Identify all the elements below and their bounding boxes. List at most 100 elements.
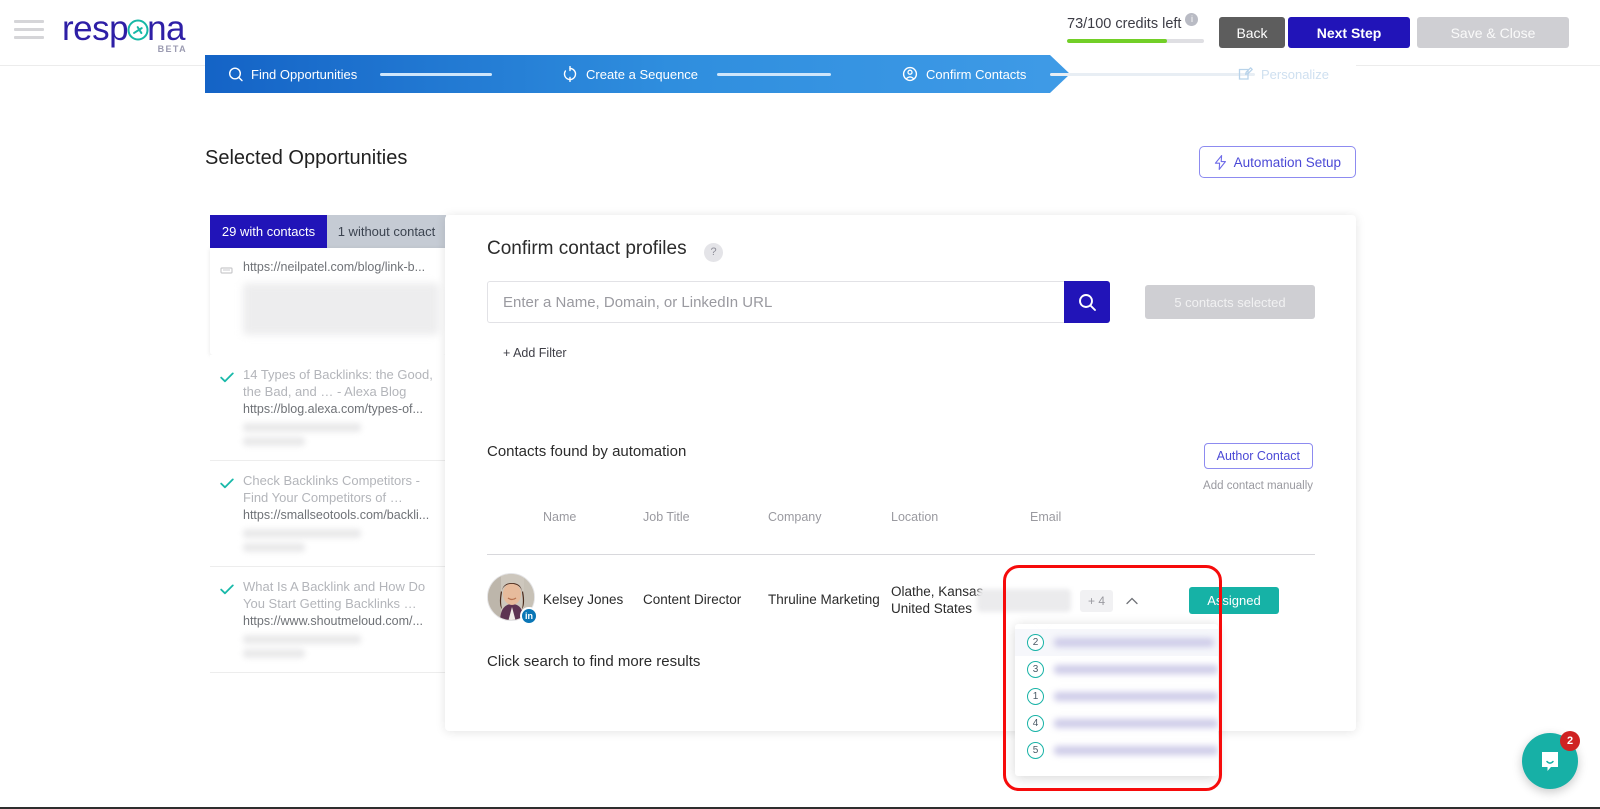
credits-meter: 73/100 credits left i bbox=[1067, 13, 1217, 43]
step-connector bbox=[1050, 72, 1255, 76]
option-value-masked bbox=[1054, 665, 1218, 674]
list-item[interactable]: 14 Types of Backlinks: the Good, the Bad… bbox=[210, 355, 446, 461]
add-filter-button[interactable]: + Add Filter bbox=[503, 346, 567, 360]
help-icon[interactable]: ? bbox=[704, 243, 723, 262]
credits-progress-bar bbox=[1067, 39, 1204, 43]
step-create-a-sequence[interactable]: Create a Sequence bbox=[562, 66, 698, 82]
option-rank: 3 bbox=[1027, 661, 1044, 678]
dropdown-option[interactable]: 2 bbox=[1015, 629, 1218, 656]
footer-note: Click search to find more results bbox=[487, 653, 701, 670]
unread-count-badge: 2 bbox=[1560, 731, 1580, 751]
option-rank: 4 bbox=[1027, 715, 1044, 732]
dropdown-option[interactable]: 4 bbox=[1015, 710, 1218, 737]
author-contact-button[interactable]: Author Contact bbox=[1203, 443, 1313, 469]
list-item[interactable]: https://neilpatel.com/blog/link-b... bbox=[210, 248, 446, 355]
lightning-icon bbox=[1214, 154, 1226, 170]
dropdown-option[interactable]: 1 bbox=[1015, 683, 1218, 710]
list-item-title: 14 Types of Backlinks: the Good, the Bad… bbox=[243, 367, 433, 399]
list-item-url: https://blog.alexa.com/types-of... bbox=[243, 402, 423, 416]
search-icon bbox=[228, 67, 243, 82]
step-label: Create a Sequence bbox=[586, 66, 699, 82]
page-title: Selected Opportunities bbox=[205, 147, 408, 169]
list-item-url: https://neilpatel.com/blog/link-b... bbox=[243, 260, 426, 274]
linkedin-icon[interactable]: in bbox=[520, 607, 538, 625]
step-find-opportunities[interactable]: Find Opportunities bbox=[227, 66, 357, 82]
list-item[interactable]: Check Backlinks Competitors - Find Your … bbox=[210, 461, 446, 567]
table-divider bbox=[487, 554, 1315, 555]
logo-o-glyph: o bbox=[127, 10, 149, 48]
contacts-found-label: Contacts found by automation bbox=[487, 443, 687, 460]
beta-label: BETA bbox=[157, 44, 187, 54]
step-label: Confirm Contacts bbox=[926, 66, 1027, 82]
checkbox-partial[interactable] bbox=[220, 261, 234, 341]
tab-with-contacts[interactable]: 29 with contacts bbox=[210, 215, 327, 248]
workflow-stepper: Find Opportunities Create a Sequence Confi… bbox=[205, 55, 1356, 93]
option-rank: 5 bbox=[1027, 742, 1044, 759]
info-icon[interactable]: i bbox=[1185, 13, 1199, 26]
add-contact-manually-hint: Add contact manually bbox=[1203, 480, 1313, 492]
step-confirm-contacts[interactable]: Confirm Contacts bbox=[902, 66, 1026, 82]
edit-square-icon bbox=[1238, 67, 1253, 80]
check-icon[interactable] bbox=[220, 582, 234, 658]
tab-without-contact[interactable]: 1 without contact bbox=[327, 215, 446, 248]
email-value-masked[interactable] bbox=[977, 589, 1071, 612]
user-circle-icon bbox=[902, 66, 918, 82]
contacts-selected-chip[interactable]: 5 contacts selected bbox=[1145, 285, 1315, 319]
logo-text-after: na bbox=[147, 9, 185, 48]
email-more-badge[interactable]: + 4 bbox=[1080, 589, 1113, 612]
next-step-button[interactable]: Next Step bbox=[1288, 17, 1410, 48]
logo-text-before: resp bbox=[62, 9, 129, 48]
save-and-close-button[interactable]: Save & Close bbox=[1417, 17, 1569, 48]
list-item-title: Check Backlinks Competitors - Find Your … bbox=[243, 473, 420, 505]
back-button[interactable]: Back bbox=[1219, 17, 1285, 48]
intercom-launcher[interactable]: 2 bbox=[1522, 731, 1580, 789]
logo-wordmark: respona bbox=[62, 10, 185, 48]
check-icon[interactable] bbox=[220, 370, 234, 446]
selected-opportunities-panel: 29 with contacts 1 without contact https… bbox=[210, 215, 446, 715]
option-value-masked bbox=[1054, 719, 1218, 728]
cell-name: Kelsey Jones bbox=[543, 592, 624, 607]
column-header-job-title: Job Title bbox=[643, 510, 690, 524]
option-value-masked bbox=[1054, 746, 1218, 755]
list-item-url: https://smallseotools.com/backli... bbox=[243, 508, 430, 522]
dropdown-option[interactable]: 5 bbox=[1015, 737, 1218, 764]
cell-email: + 4 bbox=[977, 589, 1142, 612]
step-label: Personalize bbox=[1261, 66, 1329, 82]
search-button[interactable] bbox=[1064, 281, 1110, 323]
column-header-company: Company bbox=[768, 510, 822, 524]
search-icon bbox=[1078, 293, 1096, 311]
option-rank: 2 bbox=[1027, 634, 1044, 651]
email-options-dropdown: 2 3 1 4 5 bbox=[1015, 624, 1218, 776]
step-connector bbox=[717, 72, 831, 76]
credits-text: 73/100 credits left bbox=[1067, 16, 1182, 32]
status-badge[interactable]: Assigned bbox=[1189, 587, 1279, 614]
list-item[interactable]: What Is A Backlink and How Do You Start … bbox=[210, 567, 446, 673]
contact-search-row: 5 contacts selected bbox=[487, 281, 1315, 323]
refresh-icon bbox=[563, 66, 577, 82]
search-input[interactable] bbox=[487, 281, 1064, 323]
hamburger-icon[interactable] bbox=[14, 20, 44, 39]
check-icon[interactable] bbox=[220, 476, 234, 552]
step-connector bbox=[380, 72, 492, 76]
dropdown-option[interactable]: 3 bbox=[1015, 656, 1218, 683]
column-header-location: Location bbox=[891, 510, 939, 524]
list-item-title: What Is A Backlink and How Do You Start … bbox=[243, 579, 426, 611]
step-personalize[interactable]: Personalize bbox=[1237, 66, 1329, 82]
automation-setup-button[interactable]: Automation Setup bbox=[1198, 146, 1356, 178]
option-value-masked bbox=[1054, 638, 1214, 647]
option-value-masked bbox=[1054, 692, 1218, 701]
column-header-name: Name bbox=[543, 510, 577, 524]
list-item-url: https://www.shoutmeloud.com/... bbox=[243, 614, 423, 628]
chat-bubble-icon bbox=[1542, 752, 1558, 771]
opportunity-tabs: 29 with contacts 1 without contact bbox=[210, 215, 446, 248]
list-fade-overlay bbox=[210, 689, 446, 715]
respona-logo[interactable]: respona BETA bbox=[62, 10, 186, 55]
cell-company: Thruline Marketing bbox=[768, 592, 880, 607]
confirm-contacts-card: Confirm contact profiles ? 5 contacts se… bbox=[445, 215, 1356, 731]
chevron-up-icon[interactable] bbox=[1122, 591, 1142, 611]
cell-job-title: Content Director bbox=[643, 592, 742, 607]
column-header-email: Email bbox=[1030, 510, 1062, 524]
card-title: Confirm contact profiles bbox=[487, 238, 687, 259]
option-rank: 1 bbox=[1027, 688, 1044, 705]
step-label: Find Opportunities bbox=[251, 66, 358, 82]
